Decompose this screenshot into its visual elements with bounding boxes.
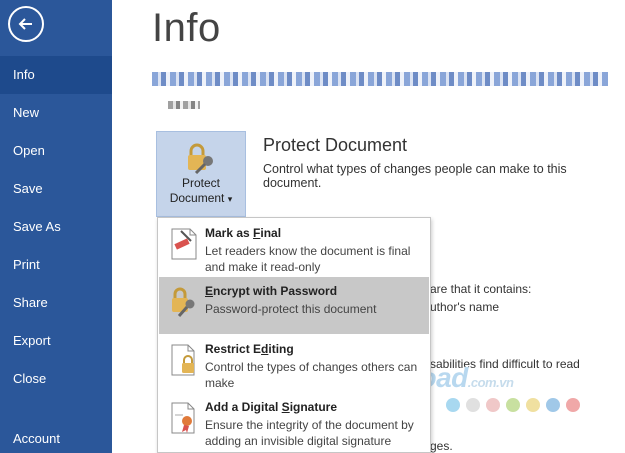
menu-item-description: Ensure the integrity of the document by … <box>205 418 414 448</box>
menu-item-description: Let readers know the document is final a… <box>205 244 411 274</box>
mark-final-icon <box>171 228 197 260</box>
watermark-dot <box>566 398 580 412</box>
nav-export[interactable]: Export <box>0 322 112 360</box>
author-name-fragment: uthor's name <box>430 300 499 314</box>
nav-new[interactable]: New <box>0 94 112 132</box>
restrict-editing-icon <box>171 344 195 376</box>
watermark-dot <box>446 398 460 412</box>
versions-fragment: ges. <box>430 439 453 453</box>
back-arrow-icon <box>18 18 32 30</box>
watermark-dot <box>546 398 560 412</box>
protect-section-heading: Protect Document <box>263 135 408 155</box>
menu-item-title: Add a Digital Signature <box>205 400 338 414</box>
back-button[interactable] <box>8 6 44 42</box>
menu-item-description: Password-protect this document <box>205 302 377 316</box>
menu-item-description: Control the types of changes others can … <box>205 360 418 390</box>
document-location-redacted <box>168 101 200 109</box>
document-path-redacted <box>152 72 608 86</box>
watermark-dot <box>526 398 540 412</box>
nav-account[interactable]: Account <box>0 420 112 453</box>
nav-save-as[interactable]: Save As <box>0 208 112 246</box>
digital-signature-icon <box>171 402 195 434</box>
lock-key-icon <box>188 143 213 174</box>
watermark-dots <box>446 398 580 412</box>
inspect-description-fragment: are that it contains: <box>430 282 532 296</box>
backstage-sidebar: Info New Open Save Save As Print Share E… <box>0 0 112 453</box>
lock-key-icon <box>172 287 195 317</box>
watermark-dot <box>506 398 520 412</box>
menu-item-title: Restrict Editing <box>205 342 294 356</box>
protect-section-description: Control what types of changes people can… <box>263 162 567 190</box>
protect-document-button[interactable]: Protect Document ▾ <box>156 131 246 217</box>
page-title: Info <box>152 6 221 50</box>
menu-item-mark-as-final[interactable]: Mark as Final Let readers know the docum… <box>159 219 429 276</box>
protect-button-label-line1: Protect <box>181 176 220 190</box>
menu-item-title: Mark as Final <box>205 226 282 240</box>
nav-info[interactable]: Info <box>0 56 112 94</box>
chevron-down-icon: ▾ <box>227 194 233 204</box>
watermark-suffix: .com.vn <box>467 375 514 390</box>
nav-print[interactable]: Print <box>0 246 112 284</box>
menu-item-restrict-editing[interactable]: Restrict Editing Control the types of ch… <box>159 335 429 392</box>
menu-item-add-digital-signature[interactable]: Add a Digital Signature Ensure the integ… <box>159 393 429 450</box>
nav-share[interactable]: Share <box>0 284 112 322</box>
nav-open[interactable]: Open <box>0 132 112 170</box>
protect-button-label-line2: Document <box>169 191 225 205</box>
menu-item-encrypt-with-password[interactable]: Encrypt with Password Password-protect t… <box>159 277 429 334</box>
watermark-dot <box>466 398 480 412</box>
nav-close[interactable]: Close <box>0 360 112 398</box>
nav-save[interactable]: Save <box>0 170 112 208</box>
protect-document-dropdown: Mark as Final Let readers know the docum… <box>157 217 431 453</box>
watermark-dot <box>486 398 500 412</box>
menu-item-title: Encrypt with Password <box>205 284 338 298</box>
